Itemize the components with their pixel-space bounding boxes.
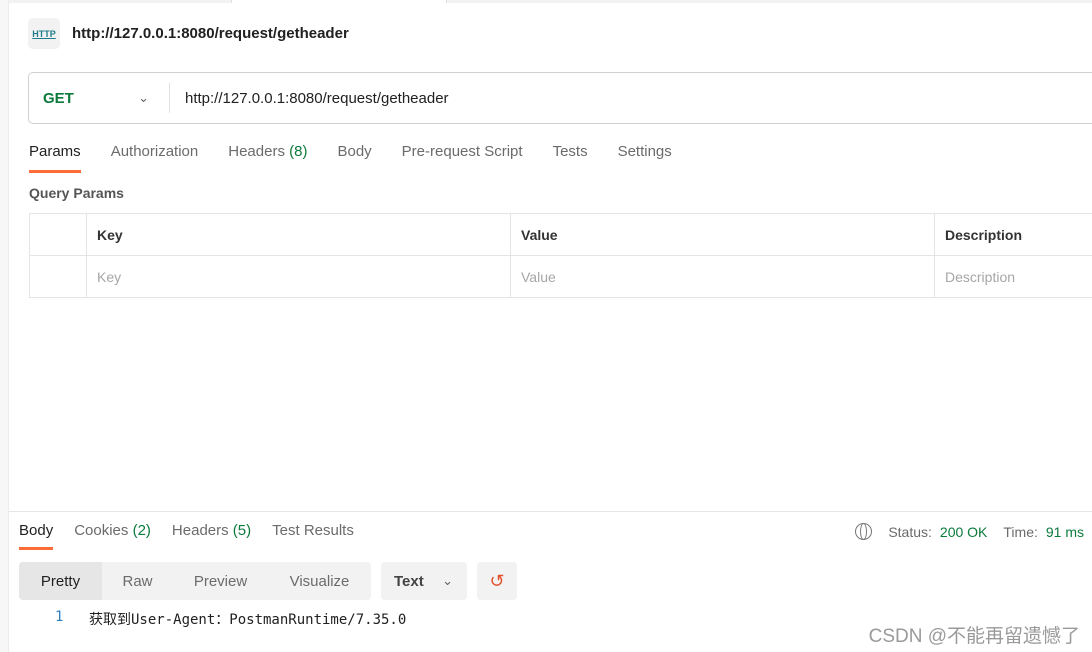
status-value[interactable]: 200 OK bbox=[940, 524, 987, 540]
column-value: Value bbox=[510, 213, 935, 256]
description-input[interactable]: Description bbox=[934, 255, 1092, 298]
column-description: Description bbox=[934, 213, 1092, 256]
tab-authorization[interactable]: Authorization bbox=[111, 143, 199, 173]
query-params-heading: Query Params bbox=[29, 185, 124, 201]
format-select[interactable]: Text ⌄ bbox=[381, 562, 467, 600]
time-value[interactable]: 91 ms bbox=[1046, 524, 1084, 540]
url-bar: GET ⌄ http://127.0.0.1:8080/request/gethe… bbox=[28, 72, 1092, 124]
tab-cookies[interactable]: Cookies (2) bbox=[74, 522, 151, 550]
query-params-table: Key Value Description Key Value Descript… bbox=[29, 213, 1092, 298]
value-input[interactable]: Value bbox=[510, 255, 935, 298]
wrap-lines-button[interactable]: ↺ bbox=[477, 562, 517, 600]
view-visualize[interactable]: Visualize bbox=[268, 562, 371, 600]
key-input[interactable]: Key bbox=[86, 255, 511, 298]
tab-test-results[interactable]: Test Results bbox=[272, 522, 354, 550]
response-status: Status: 200 OK Time: 91 ms bbox=[855, 523, 1084, 540]
table-header-row: Key Value Description bbox=[29, 213, 1092, 256]
tab-headers[interactable]: Headers (8) bbox=[228, 143, 307, 173]
chevron-down-icon: ⌄ bbox=[138, 90, 149, 105]
cookies-count: (2) bbox=[132, 522, 151, 539]
method-label: GET bbox=[43, 89, 74, 107]
url-input[interactable]: http://127.0.0.1:8080/request/getheader bbox=[170, 90, 449, 107]
wrap-icon: ↺ bbox=[489, 570, 505, 591]
active-request-tab[interactable] bbox=[231, 0, 447, 3]
response-tabs: Body Cookies (2) Headers (5) Test Result… bbox=[19, 522, 375, 550]
format-label: Text bbox=[394, 572, 424, 590]
tab-body[interactable]: Body bbox=[337, 143, 371, 173]
tab-settings[interactable]: Settings bbox=[618, 143, 672, 173]
tab-params[interactable]: Params bbox=[29, 143, 81, 173]
method-select[interactable]: GET ⌄ bbox=[29, 90, 169, 107]
view-raw[interactable]: Raw bbox=[102, 562, 173, 600]
tab-headers-label: Headers bbox=[228, 143, 285, 160]
view-mode-selector: Pretty Raw Preview Visualize bbox=[19, 562, 371, 600]
status-label: Status: bbox=[888, 523, 932, 540]
line-number: 1 bbox=[55, 609, 64, 625]
chevron-down-icon: ⌄ bbox=[442, 573, 453, 588]
line-text: 获取到User-Agent：PostmanRuntime/7.35.0 bbox=[89, 612, 407, 628]
http-icon: HTTP bbox=[28, 18, 60, 49]
tab-pre-request-script[interactable]: Pre-request Script bbox=[402, 143, 523, 173]
pane-divider[interactable] bbox=[9, 511, 1092, 512]
globe-icon[interactable] bbox=[855, 523, 873, 540]
request-header: HTTP http://127.0.0.1:8080/request/gethe… bbox=[28, 18, 349, 49]
tab-tests[interactable]: Tests bbox=[553, 143, 588, 173]
table-row: Key Value Description bbox=[29, 255, 1092, 298]
tab-bar bbox=[9, 0, 1092, 3]
watermark: CSDN @不能再留遗憾了 bbox=[868, 626, 1080, 647]
view-pretty[interactable]: Pretty bbox=[19, 562, 102, 600]
tab-response-body[interactable]: Body bbox=[19, 522, 54, 550]
request-tabs: Params Authorization Headers (8) Body Pr… bbox=[29, 143, 702, 173]
column-key: Key bbox=[86, 213, 511, 256]
response-headers-count: (5) bbox=[232, 522, 252, 539]
time-label: Time: bbox=[1003, 523, 1038, 540]
view-preview[interactable]: Preview bbox=[173, 562, 268, 600]
row-checkbox[interactable] bbox=[29, 255, 87, 298]
response-body-line: 1 获取到User-Agent：PostmanRuntime/7.35.0 bbox=[55, 609, 406, 629]
tab-cookies-label: Cookies bbox=[74, 522, 129, 539]
tab-response-headers-label: Headers bbox=[171, 522, 229, 539]
checkbox-column bbox=[29, 213, 87, 256]
sidebar-edge bbox=[0, 0, 9, 652]
tab-response-headers[interactable]: Headers (5) bbox=[172, 522, 251, 550]
request-title[interactable]: http://127.0.0.1:8080/request/getheader bbox=[72, 25, 349, 42]
headers-count: (8) bbox=[289, 143, 308, 160]
